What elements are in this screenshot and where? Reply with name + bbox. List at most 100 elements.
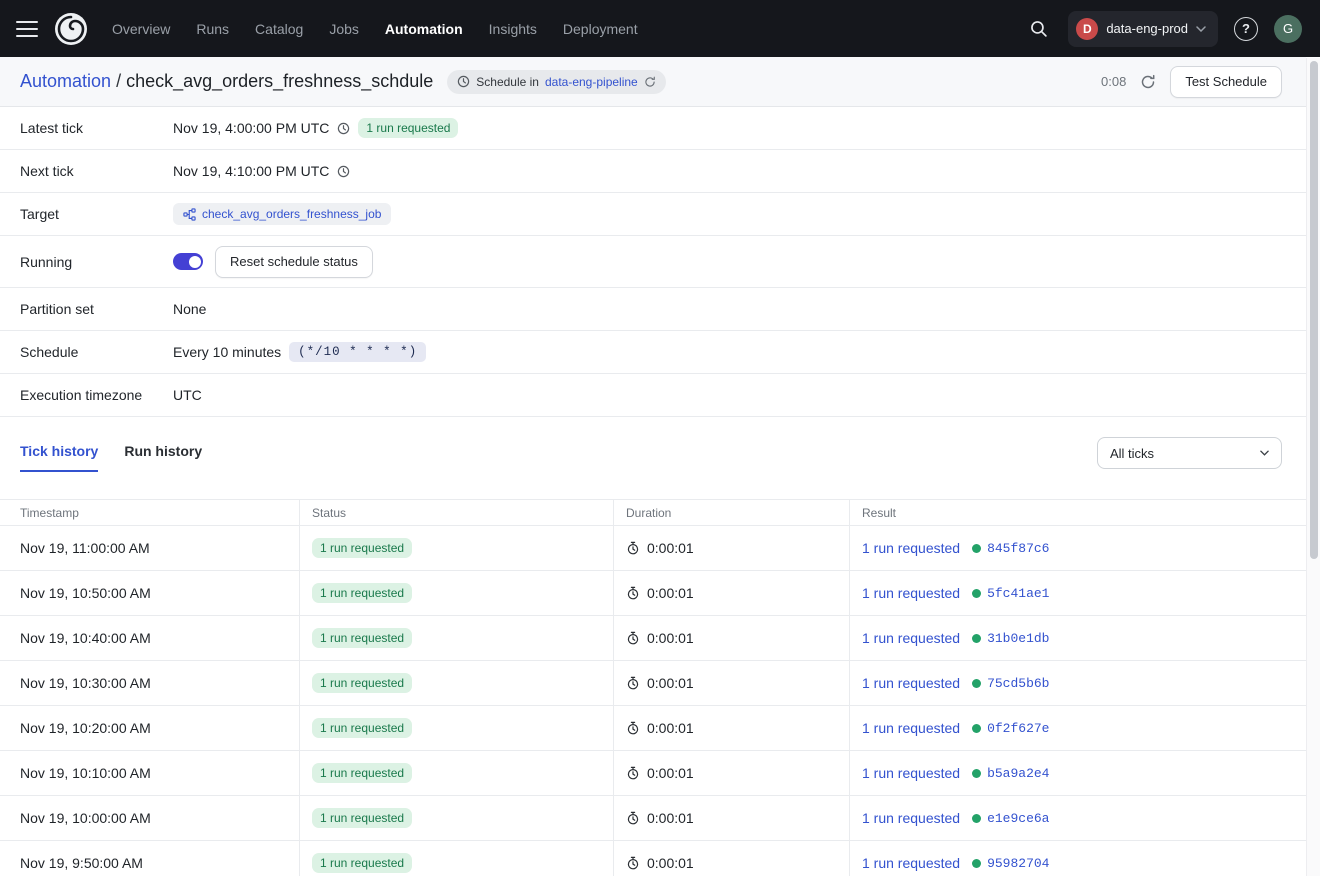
run-success-dot (972, 769, 981, 778)
col-result: Result (850, 500, 1306, 525)
navbar-right: D data-eng-prod ? G (1025, 11, 1302, 47)
refresh-countdown: 0:08 (1101, 74, 1126, 89)
tab-tick-history[interactable]: Tick history (20, 443, 98, 472)
tick-result-link[interactable]: 1 run requested (862, 585, 960, 601)
history-tabs: Tick history Run history (20, 443, 202, 472)
tick-timestamp: Nov 19, 10:50:00 AM (20, 585, 151, 601)
tick-filter-value: All ticks (1110, 446, 1154, 461)
tick-timestamp: Nov 19, 10:00:00 AM (20, 810, 151, 826)
target-job-link[interactable]: check_avg_orders_freshness_job (173, 203, 391, 225)
tick-row: Nov 19, 11:00:00 AM 1 run requested 0:00… (0, 526, 1306, 571)
tick-status-badge: 1 run requested (312, 763, 412, 783)
tick-history-table: Timestamp Status Duration Result Nov 19,… (0, 499, 1306, 876)
clock-icon (337, 122, 350, 135)
test-schedule-button[interactable]: Test Schedule (1170, 66, 1282, 98)
nav-jobs[interactable]: Jobs (329, 21, 359, 37)
tick-timestamp: Nov 19, 11:00:00 AM (20, 540, 150, 556)
clock-icon (457, 75, 470, 88)
table-header: Timestamp Status Duration Result (0, 499, 1306, 526)
reload-location-icon[interactable] (644, 76, 656, 88)
run-id-link[interactable]: 95982704 (987, 856, 1049, 871)
search-icon[interactable] (1025, 15, 1052, 42)
stopwatch-icon (626, 721, 640, 735)
breadcrumb-automation-link[interactable]: Automation (20, 71, 111, 91)
toggle-knob (189, 256, 201, 268)
scrollbar-thumb[interactable] (1310, 61, 1318, 559)
tick-status-badge: 1 run requested (312, 673, 412, 693)
tick-result-link[interactable]: 1 run requested (862, 810, 960, 826)
latest-tick-time: Nov 19, 4:00:00 PM UTC (173, 120, 329, 136)
reset-schedule-status-button[interactable]: Reset schedule status (215, 246, 373, 278)
nav-insights[interactable]: Insights (489, 21, 537, 37)
tick-row: Nov 19, 10:10:00 AM 1 run requested 0:00… (0, 751, 1306, 796)
run-id-link[interactable]: 5fc41ae1 (987, 586, 1049, 601)
nav-catalog[interactable]: Catalog (255, 21, 303, 37)
tick-duration: 0:00:01 (647, 855, 694, 871)
col-status: Status (300, 500, 614, 525)
tick-filter-select[interactable]: All ticks (1097, 437, 1282, 469)
running-row: Running Reset schedule status (0, 236, 1306, 288)
partition-set-label: Partition set (20, 301, 173, 317)
tick-row: Nov 19, 10:30:00 AM 1 run requested 0:00… (0, 661, 1306, 706)
run-success-dot (972, 589, 981, 598)
col-timestamp: Timestamp (0, 500, 300, 525)
header-actions: 0:08 Test Schedule (1101, 66, 1282, 98)
menu-button[interactable] (16, 21, 38, 37)
tick-status-badge: 1 run requested (312, 853, 412, 873)
stopwatch-icon (626, 811, 640, 825)
page-header: Automation / check_avg_orders_freshness_… (0, 57, 1306, 107)
vertical-scrollbar[interactable] (1306, 58, 1320, 876)
help-icon[interactable]: ? (1234, 17, 1258, 41)
tick-result-link[interactable]: 1 run requested (862, 765, 960, 781)
stopwatch-icon (626, 541, 640, 555)
tick-status-badge: 1 run requested (312, 628, 412, 648)
run-id-link[interactable]: b5a9a2e4 (987, 766, 1049, 781)
nav-overview[interactable]: Overview (112, 21, 170, 37)
tick-timestamp: Nov 19, 10:30:00 AM (20, 675, 151, 691)
chevron-down-icon (1196, 26, 1206, 32)
top-navbar: Overview Runs Catalog Jobs Automation In… (0, 0, 1320, 57)
schedule-row: Schedule Every 10 minutes (*/10 * * * *) (0, 331, 1306, 374)
tick-duration: 0:00:01 (647, 675, 694, 691)
latest-tick-status-badge: 1 run requested (358, 118, 458, 138)
tick-duration: 0:00:01 (647, 765, 694, 781)
tick-result-link[interactable]: 1 run requested (862, 630, 960, 646)
refresh-icon[interactable] (1138, 72, 1158, 92)
user-avatar[interactable]: G (1274, 15, 1302, 43)
deployment-badge: D (1076, 18, 1098, 40)
page-title: check_avg_orders_freshness_schdule (126, 71, 433, 91)
run-id-link[interactable]: 0f2f627e (987, 721, 1049, 736)
tick-result-link[interactable]: 1 run requested (862, 675, 960, 691)
schedule-value: Every 10 minutes (173, 344, 281, 360)
run-id-link[interactable]: 31b0e1db (987, 631, 1049, 646)
stopwatch-icon (626, 676, 640, 690)
run-id-link[interactable]: 75cd5b6b (987, 676, 1049, 691)
run-id-link[interactable]: 845f87c6 (987, 541, 1049, 556)
tick-result-link[interactable]: 1 run requested (862, 540, 960, 556)
tick-result-link[interactable]: 1 run requested (862, 855, 960, 871)
target-row: Target check_avg_orders_freshness_job (0, 193, 1306, 236)
deployment-switcher[interactable]: D data-eng-prod (1068, 11, 1218, 47)
tick-timestamp: Nov 19, 10:40:00 AM (20, 630, 151, 646)
tick-result-link[interactable]: 1 run requested (862, 720, 960, 736)
run-id-link[interactable]: e1e9ce6a (987, 811, 1049, 826)
tick-status-badge: 1 run requested (312, 718, 412, 738)
code-location-link[interactable]: data-eng-pipeline (545, 75, 638, 89)
next-tick-time: Nov 19, 4:10:00 PM UTC (173, 163, 329, 179)
nav-automation[interactable]: Automation (385, 21, 463, 37)
tick-row: Nov 19, 10:00:00 AM 1 run requested 0:00… (0, 796, 1306, 841)
tick-timestamp: Nov 19, 10:20:00 AM (20, 720, 151, 736)
dagster-logo-icon[interactable] (54, 12, 88, 46)
tick-duration: 0:00:01 (647, 585, 694, 601)
nav-deployment[interactable]: Deployment (563, 21, 638, 37)
tick-duration: 0:00:01 (647, 720, 694, 736)
latest-tick-label: Latest tick (20, 120, 173, 136)
tab-run-history[interactable]: Run history (124, 443, 202, 472)
running-label: Running (20, 254, 173, 270)
tick-duration: 0:00:01 (647, 810, 694, 826)
run-success-dot (972, 814, 981, 823)
deployment-name: data-eng-prod (1106, 21, 1188, 36)
nav-runs[interactable]: Runs (196, 21, 229, 37)
running-toggle[interactable] (173, 253, 203, 270)
dagster-app: Overview Runs Catalog Jobs Automation In… (0, 0, 1320, 876)
